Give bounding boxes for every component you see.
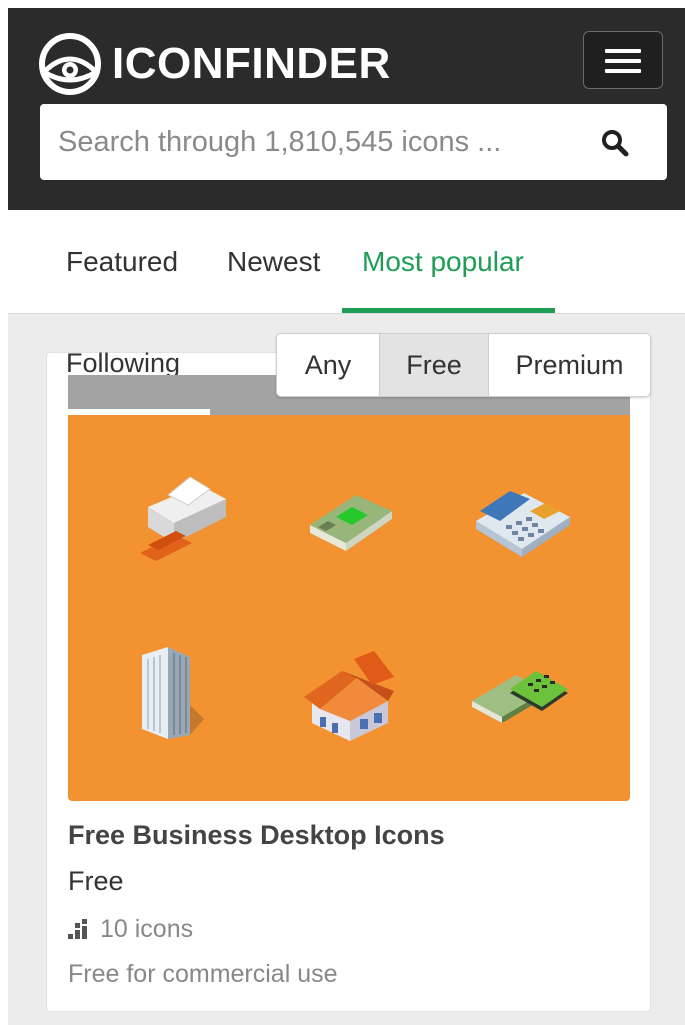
page: ICONFINDER Featured Newest Most popular … (8, 8, 685, 1025)
office-building-icon (142, 647, 204, 739)
printer-icon (140, 476, 226, 561)
tab-featured[interactable]: Featured (66, 246, 178, 278)
license-label: Free for commercial use (68, 960, 338, 988)
house-icon (304, 651, 394, 741)
tab-newest[interactable]: Newest (227, 246, 320, 278)
hamburger-menu-icon-line (605, 59, 641, 63)
logo-text: ICONFINDER (112, 39, 391, 88)
money-stack-icon (310, 495, 392, 551)
logo[interactable]: ICONFINDER (38, 28, 391, 100)
filter-premium[interactable]: Premium (488, 334, 650, 396)
telephone-icon (476, 491, 570, 557)
search-input[interactable] (58, 104, 578, 180)
iconset-count: 10 icons (68, 914, 193, 944)
hamburger-menu-icon-line (605, 69, 641, 73)
iconset-preview[interactable] (68, 415, 630, 801)
hamburger-menu-icon (605, 49, 641, 53)
calculator-money-icon (472, 671, 568, 723)
eye-logo-icon (39, 33, 101, 95)
iconset-price: Free (68, 866, 124, 896)
filter-any[interactable]: Any (277, 334, 379, 396)
filter-free[interactable]: Free (379, 334, 488, 396)
search-box (40, 104, 667, 180)
icon-count-icon (68, 919, 87, 939)
price-filter: Any Free Premium (276, 333, 651, 397)
iconset-title[interactable]: Free Business Desktop Icons (68, 820, 445, 851)
icon-count-label: 10 icons (100, 914, 194, 943)
header-bar: ICONFINDER (8, 8, 685, 210)
search-icon[interactable] (600, 128, 630, 158)
sort-tabs: Featured Newest Most popular (8, 210, 685, 314)
menu-button[interactable] (583, 31, 663, 89)
tab-most-popular[interactable]: Most popular (362, 246, 524, 278)
active-tab-indicator (342, 308, 555, 313)
